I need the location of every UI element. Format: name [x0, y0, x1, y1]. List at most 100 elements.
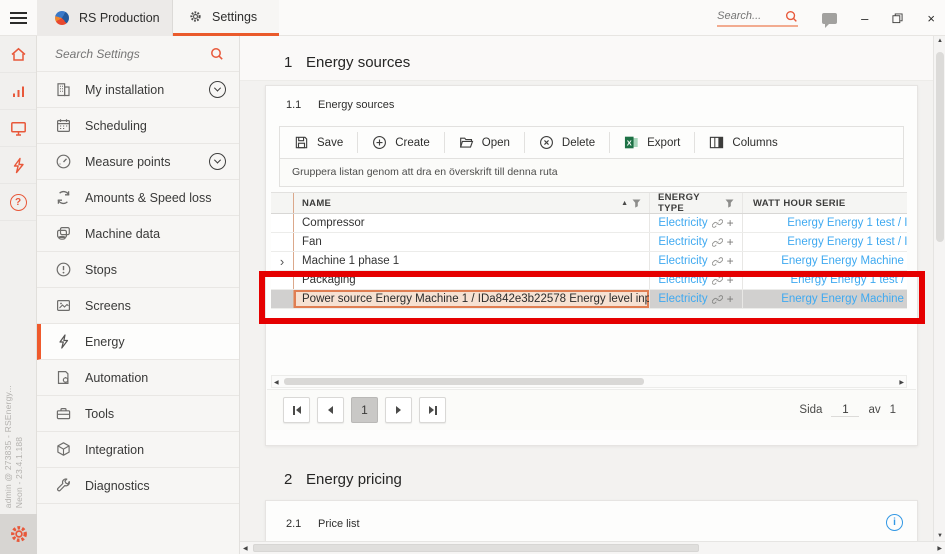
search-icon[interactable]	[210, 47, 224, 61]
add-icon[interactable]: +	[727, 292, 734, 306]
sidebar-item-stops[interactable]: Stops	[37, 252, 239, 288]
search-icon[interactable]	[785, 10, 798, 23]
last-page-button[interactable]	[419, 397, 446, 423]
columns-button[interactable]: Columns	[695, 127, 791, 158]
link-icon[interactable]	[712, 256, 723, 267]
watt-hour-serie-link[interactable]: Energy Energy Machine 1 / IDa84	[781, 293, 907, 305]
group-by-drop-zone[interactable]: Gruppera listan genom att dra en överskr…	[279, 159, 904, 187]
energy-type-link[interactable]: Electricity	[658, 293, 707, 305]
table-row[interactable]: Fan Electricity + Energy Energy 1 test /…	[271, 233, 907, 252]
link-icon[interactable]	[712, 237, 723, 248]
table-row-selected[interactable]: Power source Energy Machine 1 / IDa842e3…	[271, 290, 907, 309]
vertical-scrollbar[interactable]: ▲ ▼	[933, 36, 945, 541]
tab-rs-production[interactable]: RS Production	[37, 0, 173, 36]
lightning-icon[interactable]	[0, 147, 36, 184]
scrollbar-thumb[interactable]	[253, 544, 699, 552]
column-header-energy-type[interactable]: ENERGY TYPE	[649, 193, 742, 213]
button-label: Columns	[732, 137, 777, 149]
sidebar-item-automation[interactable]: Automation	[37, 360, 239, 396]
sidebar-item-screens[interactable]: Screens	[37, 288, 239, 324]
sidebar-item-integration[interactable]: Integration	[37, 432, 239, 468]
scroll-right-icon[interactable]: ▶	[937, 545, 942, 552]
sort-asc-icon[interactable]: ▲	[621, 200, 628, 207]
table-horizontal-scrollbar[interactable]: ◀ ▶	[271, 375, 907, 388]
row-name-cell-focused[interactable]: Power source Energy Machine 1 / IDa842e3…	[293, 290, 649, 308]
sidebar-item-my-installation[interactable]: My installation	[37, 72, 239, 108]
sidebar-item-tools[interactable]: Tools	[37, 396, 239, 432]
add-icon[interactable]: +	[727, 273, 734, 287]
table-row[interactable]: Packaging Electricity + Energy Energy 1 …	[271, 271, 907, 290]
column-header-name[interactable]: NAME ▲	[293, 193, 649, 213]
watt-hour-serie-link[interactable]: Energy Energy 1 test / IDa842	[790, 274, 907, 286]
save-button[interactable]: Save	[280, 127, 357, 158]
tab-settings[interactable]: Settings	[173, 0, 279, 36]
add-icon[interactable]: +	[727, 235, 734, 249]
link-icon[interactable]	[712, 294, 723, 305]
energy-type-link[interactable]: Electricity	[658, 217, 707, 229]
scroll-left-icon[interactable]: ◀	[243, 545, 248, 552]
monitor-icon[interactable]	[0, 110, 36, 147]
chevron-down-icon[interactable]	[209, 81, 226, 98]
scroll-left-icon[interactable]: ◀	[274, 379, 279, 386]
scrollbar-thumb[interactable]	[936, 52, 944, 242]
next-page-button[interactable]	[385, 397, 412, 423]
bar-chart-icon[interactable]	[0, 73, 36, 110]
sidebar-item-machine-data[interactable]: Machine data	[37, 216, 239, 252]
watt-hour-serie-link[interactable]: Energy Energy 1 test / IDa842e	[787, 236, 907, 248]
watt-hour-serie-link[interactable]: Energy Energy Machine 1 / IDa84	[781, 255, 907, 267]
watt-hour-serie-link[interactable]: Energy Energy 1 test / IDa842e	[787, 217, 907, 229]
page-number-input[interactable]	[831, 404, 859, 417]
column-header-watt-hour-serie[interactable]: WATT HOUR SERIE	[742, 193, 907, 213]
sidebar-item-measure-points[interactable]: Measure points	[37, 144, 239, 180]
link-icon[interactable]	[712, 218, 723, 229]
row-name-cell[interactable]: Fan	[293, 233, 649, 251]
sidebar-item-diagnostics[interactable]: Diagnostics	[37, 468, 239, 504]
energy-type-link[interactable]: Electricity	[658, 274, 707, 286]
minimize-button[interactable]: –	[861, 12, 868, 25]
info-icon[interactable]: i	[886, 514, 903, 531]
excel-icon: X	[624, 135, 639, 150]
add-icon[interactable]: +	[727, 254, 734, 268]
create-button[interactable]: Create	[358, 127, 444, 158]
table-row[interactable]: › Machine 1 phase 1 Electricity + Energy…	[271, 252, 907, 271]
restore-button[interactable]	[892, 13, 903, 24]
expand-chevron-icon[interactable]: ›	[280, 254, 284, 269]
home-icon[interactable]	[0, 36, 36, 73]
first-page-button[interactable]	[283, 397, 310, 423]
row-name-cell[interactable]: Compressor	[293, 214, 649, 232]
open-button[interactable]: Open	[445, 127, 524, 158]
sidebar-item-amounts-speed-loss[interactable]: Amounts & Speed loss	[37, 180, 239, 216]
global-search[interactable]	[717, 10, 798, 27]
subsection-heading: 2.1 Price list	[286, 518, 360, 530]
help-icon[interactable]: ?	[0, 184, 36, 221]
feedback-chat-icon[interactable]	[822, 13, 837, 24]
hamburger-menu-icon[interactable]	[10, 12, 27, 24]
scroll-right-icon[interactable]: ▶	[899, 379, 904, 386]
chevron-down-icon[interactable]	[209, 153, 226, 170]
current-page-button[interactable]: 1	[351, 397, 378, 423]
previous-page-button[interactable]	[317, 397, 344, 423]
row-expander-cell[interactable]: ›	[271, 252, 293, 270]
table-row[interactable]: Compressor Electricity + Energy Energy 1…	[271, 214, 907, 233]
filter-icon[interactable]	[725, 199, 734, 208]
settings-gear-icon[interactable]	[0, 514, 37, 554]
sidebar-search[interactable]	[37, 36, 239, 72]
energy-type-link[interactable]: Electricity	[658, 255, 707, 267]
scroll-up-icon[interactable]: ▲	[937, 38, 943, 44]
export-button[interactable]: X Export	[610, 127, 694, 158]
close-button[interactable]: ×	[927, 12, 935, 25]
delete-button[interactable]: Delete	[525, 127, 609, 158]
sidebar-item-scheduling[interactable]: Scheduling	[37, 108, 239, 144]
scrollbar-thumb[interactable]	[284, 378, 644, 385]
row-name-cell[interactable]: Machine 1 phase 1	[293, 252, 649, 270]
sidebar-search-input[interactable]	[55, 47, 185, 61]
filter-icon[interactable]	[632, 199, 641, 208]
page-horizontal-scrollbar[interactable]: ◀ ▶	[240, 541, 945, 554]
row-name-cell[interactable]: Packaging	[293, 271, 649, 289]
sidebar-item-energy[interactable]: Energy	[37, 324, 239, 360]
scroll-down-icon[interactable]: ▼	[937, 533, 943, 539]
link-icon[interactable]	[712, 275, 723, 286]
energy-type-link[interactable]: Electricity	[658, 236, 707, 248]
global-search-input[interactable]	[717, 10, 779, 22]
add-icon[interactable]: +	[727, 216, 734, 230]
